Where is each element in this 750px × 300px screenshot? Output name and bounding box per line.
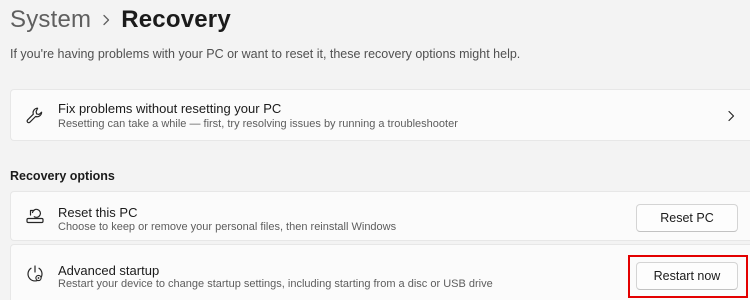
breadcrumb: System Recovery: [10, 4, 231, 36]
breadcrumb-system-link[interactable]: System: [10, 6, 91, 34]
fix-problems-title: Fix problems without resetting your PC: [58, 101, 282, 116]
reset-pc-title: Reset this PC: [58, 205, 138, 220]
chevron-right-icon: [725, 109, 737, 123]
restart-now-button[interactable]: Restart now: [636, 262, 738, 290]
fix-problems-subtitle: Resetting can take a while — first, try …: [58, 118, 458, 130]
advanced-startup-icon: [24, 263, 46, 285]
advanced-startup-card: Advanced startup Restart your device to …: [10, 244, 750, 300]
wrench-icon: [24, 105, 46, 127]
reset-pc-subtitle: Choose to keep or remove your personal f…: [58, 221, 397, 233]
page-description: If you're having problems with your PC o…: [10, 47, 521, 61]
page-title: Recovery: [121, 6, 231, 33]
reset-pc-button[interactable]: Reset PC: [636, 204, 738, 232]
reset-pc-card: Reset this PC Choose to keep or remove y…: [10, 191, 750, 241]
advanced-startup-subtitle: Restart your device to change startup se…: [58, 278, 493, 290]
reset-pc-icon: [24, 205, 46, 227]
recovery-options-heading: Recovery options: [10, 169, 115, 183]
fix-problems-card[interactable]: Fix problems without resetting your PC R…: [10, 89, 750, 141]
advanced-startup-title: Advanced startup: [58, 263, 160, 278]
breadcrumb-chevron-icon: [91, 10, 121, 30]
